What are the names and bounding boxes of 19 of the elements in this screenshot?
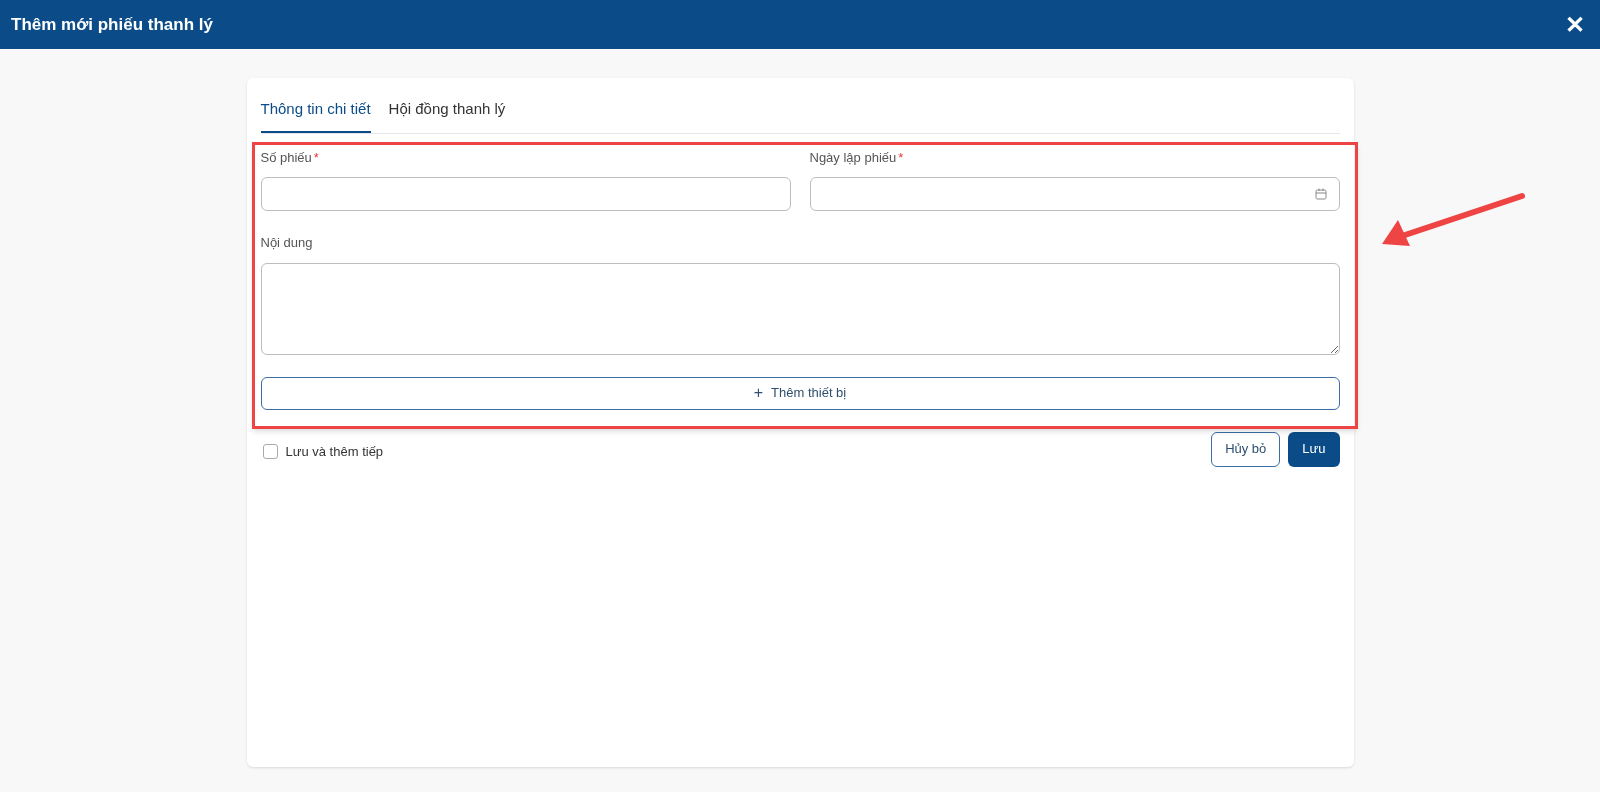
checkbox-label: Lưu và thêm tiếp [285,442,384,461]
required-mark: * [313,148,319,167]
add-device-button[interactable]: + Thêm thiết bị [260,376,1340,410]
checkbox[interactable] [262,443,278,459]
date-field[interactable] [809,177,1340,211]
plus-icon: + [753,385,764,401]
text-area[interactable] [260,262,1340,355]
required-mark: * [898,148,904,167]
tab[interactable]: Hội đồng thanh lý [388,98,506,133]
tab[interactable]: Thông tin chi tiết [260,98,371,133]
input-field[interactable] [260,177,791,211]
cancel-button[interactable]: Hủy bỏ [1211,431,1281,467]
close-button[interactable]: ✕ [1561,12,1589,37]
save-button[interactable]: Lưu [1288,431,1340,467]
field-label: Ngày lập phiếu [809,148,897,167]
field-label: Nội dung [260,234,313,252]
field-label: Số phiếu [260,148,312,167]
calendar-icon [1314,188,1327,200]
window-title: Thêm mới phiếu thanh lý [11,13,213,36]
